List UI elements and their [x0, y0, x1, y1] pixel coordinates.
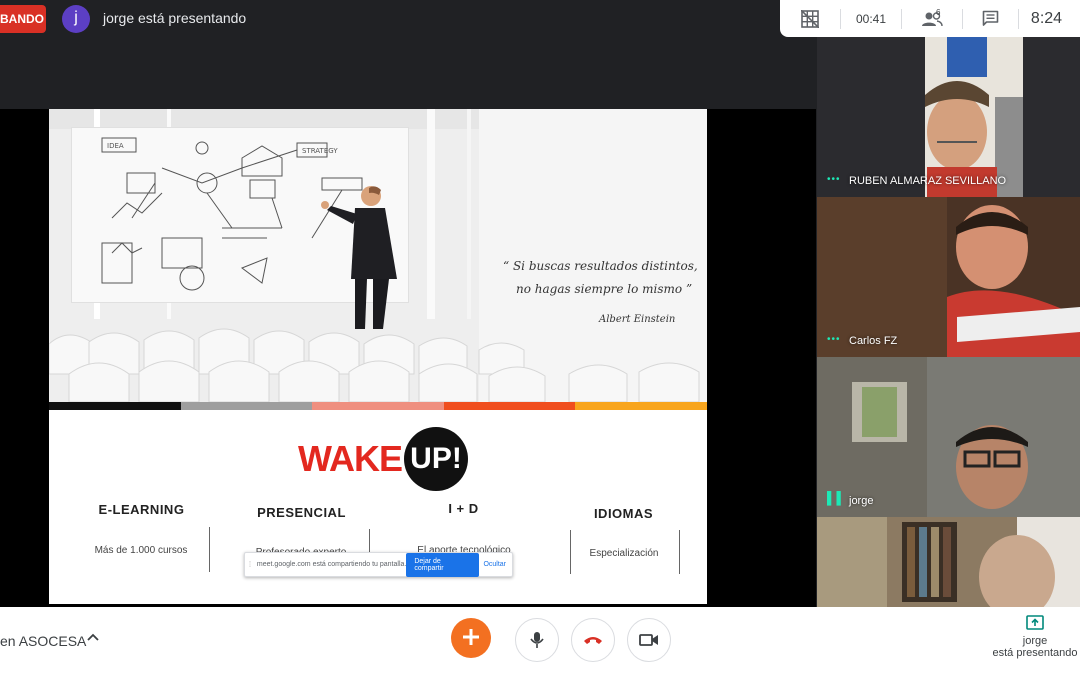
- grid-off-icon: [801, 9, 819, 28]
- strip-segment: [180, 402, 313, 410]
- participant-video: [817, 517, 1080, 607]
- service-idiomas: IDIOMAS: [561, 506, 686, 521]
- service-title: IDIOMAS: [593, 506, 654, 521]
- businessman-figure: [321, 186, 397, 329]
- service-desc: Especialización: [589, 548, 659, 559]
- chat-icon: [982, 10, 999, 26]
- presenter-avatar: j: [62, 5, 90, 33]
- share-notice-text: meet.google.com está compartiendo tu pan…: [256, 561, 407, 568]
- participant-tile[interactable]: ▌▌ jorge: [817, 357, 1080, 517]
- microphone-icon: [530, 632, 544, 648]
- service-presencial: PRESENCIAL: [239, 505, 364, 520]
- logo-wake-text: WAKE: [298, 438, 403, 479]
- shared-slide: IDEA STRATEGY “ Si buscas resultados dis…: [49, 109, 707, 604]
- top-info-panel: 00:41 6 8:24: [780, 0, 1080, 37]
- quote-line-2: no hagas siempre lo mismo ”: [516, 282, 693, 296]
- participant-name: jorge: [849, 495, 874, 507]
- screen-share-notice: ⁞ meet.google.com está compartiendo tu p…: [244, 552, 513, 577]
- present-status-line1: jorge: [1022, 635, 1048, 647]
- hide-notice-button[interactable]: Ocultar: [483, 561, 512, 568]
- clock: 8:24: [1030, 9, 1063, 27]
- participant-tile[interactable]: ••• RUBEN ALMARAZ SEVILLANO: [817, 37, 1080, 197]
- audio-indicator-icon: •••: [827, 174, 841, 185]
- strip-segment: [312, 402, 444, 410]
- stop-sharing-button[interactable]: Dejar de compartir: [406, 552, 480, 577]
- strip-segment: [49, 402, 181, 410]
- service-elearning: E-LEARNING: [79, 502, 204, 517]
- service-title: PRESENCIAL: [257, 505, 346, 520]
- quote-line-1: “ Si buscas resultados distintos,: [503, 259, 698, 273]
- recording-badge: BANDO: [0, 5, 46, 33]
- speaking-indicator-icon: ▌▌: [827, 491, 847, 505]
- chevron-up-icon[interactable]: [86, 631, 100, 645]
- slide-hero-image: IDEA STRATEGY “ Si buscas resultados dis…: [49, 109, 707, 402]
- participant-name: RUBEN ALMARAZ SEVILLANO: [849, 175, 1007, 187]
- participants-button[interactable]: 6: [902, 0, 962, 37]
- participant-tile[interactable]: ••• Carlos FZ: [817, 197, 1080, 357]
- color-strip: [49, 402, 707, 410]
- meeting-name[interactable]: en ASOCESA: [0, 633, 86, 649]
- logo-up-circle: UP!: [404, 427, 468, 491]
- audio-indicator-icon: •••: [827, 334, 841, 345]
- service-id: I + D: [401, 501, 526, 516]
- present-screen-icon: [1026, 615, 1044, 630]
- conference-chairs: [49, 328, 700, 402]
- chat-button[interactable]: [963, 0, 1018, 37]
- end-call-button[interactable]: [571, 618, 615, 662]
- participant-video: [817, 37, 1080, 197]
- service-title: E-LEARNING: [98, 502, 185, 517]
- strip-segment: [443, 402, 576, 410]
- microphone-button[interactable]: [515, 618, 559, 662]
- add-activity-button[interactable]: [451, 618, 491, 658]
- presenter-status: jorge está presentando: [103, 10, 247, 26]
- plus-icon: [463, 629, 479, 645]
- presenting-status-button[interactable]: jorge está presentando: [990, 615, 1080, 659]
- presentation-stage: IDEA STRATEGY “ Si buscas resultados dis…: [0, 109, 816, 607]
- service-divider: [209, 527, 210, 572]
- present-status-line2: está presentando: [992, 647, 1078, 659]
- svg-text:STRATEGY: STRATEGY: [302, 147, 338, 155]
- service-divider: [679, 530, 680, 574]
- participant-name: Carlos FZ: [849, 335, 898, 347]
- participant-video: [817, 197, 1080, 357]
- service-desc: Más de 1.000 cursos: [94, 545, 188, 556]
- hang-up-icon: [584, 637, 602, 644]
- service-title: I + D: [448, 501, 479, 516]
- camera-button[interactable]: [627, 618, 671, 662]
- layout-toggle-button[interactable]: [780, 0, 840, 37]
- drag-handle-icon[interactable]: ⁞: [245, 560, 255, 569]
- bottom-controls-bar: en ASOCESA jorge está presentando: [0, 607, 1080, 675]
- video-camera-icon: [639, 634, 658, 646]
- svg-text:IDEA: IDEA: [107, 142, 124, 150]
- participant-video: [817, 357, 1080, 517]
- meeting-timer: 00:41: [855, 11, 887, 26]
- wakeup-logo: WAKE UP!: [298, 427, 468, 491]
- strip-segment: [575, 402, 707, 410]
- participants-count: 6: [936, 8, 941, 17]
- participant-tile[interactable]: [817, 517, 1080, 607]
- quote-author: Albert Einstein: [599, 314, 676, 325]
